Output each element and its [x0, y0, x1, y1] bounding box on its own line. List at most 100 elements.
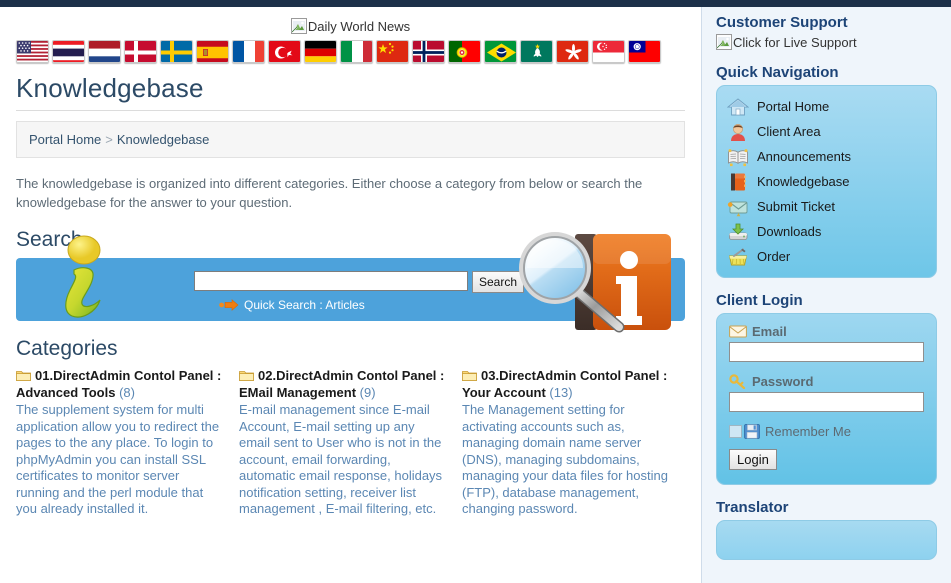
- login-button[interactable]: Login: [729, 449, 777, 470]
- knowledgebase-search-icon: [513, 228, 683, 336]
- category-description: The Management setting for activating ac…: [462, 402, 668, 516]
- password-label-text: Password: [752, 374, 814, 389]
- flag-turkey[interactable]: [268, 40, 301, 63]
- category-title-row: 01.DirectAdmin Contol Panel : Advanced T…: [16, 367, 225, 401]
- broken-image-icon: [290, 18, 307, 34]
- top-strip: [0, 0, 951, 7]
- flag-denmark[interactable]: [124, 40, 157, 63]
- category-count: (9): [359, 385, 376, 400]
- broken-image-icon: [716, 34, 732, 50]
- live-support-label: Click for Live Support: [733, 35, 857, 50]
- nav-item-label: Knowledgebase: [757, 174, 850, 189]
- client-login-heading: Client Login: [716, 292, 803, 309]
- customer-support-heading: Customer Support: [716, 14, 848, 31]
- book-icon: [727, 172, 749, 192]
- category-list: 01.DirectAdmin Contol Panel : Advanced T…: [16, 367, 685, 518]
- news-text: Daily World News: [307, 19, 411, 34]
- flag-singapore[interactable]: [592, 40, 625, 63]
- nav-item-label: Client Area: [757, 124, 821, 139]
- newspaper-icon: [727, 147, 749, 167]
- flag-norway[interactable]: [412, 40, 445, 63]
- flag-portugal[interactable]: [448, 40, 481, 63]
- nav-item-knowledgebase[interactable]: Knowledgebase: [727, 169, 926, 194]
- email-label: Email: [729, 324, 924, 339]
- flag-germany[interactable]: [304, 40, 337, 63]
- email-input[interactable]: [729, 342, 924, 362]
- category-item[interactable]: 03.DirectAdmin Contol Panel : Your Accou…: [462, 367, 685, 518]
- daily-world-news-label: Daily World News: [16, 18, 685, 36]
- flag-china[interactable]: [376, 40, 409, 63]
- flag-sweden[interactable]: [160, 40, 193, 63]
- arrow-right-icon: [219, 299, 239, 311]
- flag-list: [16, 40, 685, 63]
- category-title[interactable]: 02.DirectAdmin Contol Panel : EMail Mana…: [239, 368, 444, 400]
- flag-italy[interactable]: [340, 40, 373, 63]
- quick-search-link[interactable]: Quick Search : Articles: [219, 298, 365, 312]
- flag-usa[interactable]: [16, 40, 49, 63]
- category-count: (13): [549, 385, 573, 400]
- remember-me-label: Remember Me: [765, 424, 851, 439]
- quick-navigation-panel: Portal Home Client Area Announcements Kn…: [716, 85, 937, 278]
- password-label: Password: [729, 374, 924, 390]
- download-drive-icon: [727, 222, 749, 242]
- sidebar: Customer Support Click for Live Support …: [701, 0, 951, 583]
- flag-netherlands[interactable]: [88, 40, 121, 63]
- main-content: Daily World News Knowledgebase Portal Ho…: [0, 0, 701, 583]
- nav-item-label: Portal Home: [757, 99, 830, 114]
- category-description: The supplement system for multi applicat…: [16, 402, 220, 516]
- category-item[interactable]: 01.DirectAdmin Contol Panel : Advanced T…: [16, 367, 239, 518]
- search-banner: Search Quick Search : Articles: [16, 232, 685, 333]
- language-flag-bar: Daily World News: [16, 0, 685, 63]
- flag-thailand[interactable]: [52, 40, 85, 63]
- nav-item-label: Downloads: [757, 224, 822, 239]
- folder-icon: [462, 368, 477, 381]
- breadcrumb-current: Knowledgebase: [116, 132, 210, 147]
- folder-icon: [16, 368, 31, 381]
- category-title-row: 02.DirectAdmin Contol Panel : EMail Mana…: [239, 367, 448, 401]
- category-count: (8): [119, 385, 135, 400]
- client-login-panel: Email Password Remember Me Login: [716, 313, 937, 485]
- user-icon: [727, 122, 749, 142]
- flag-france[interactable]: [232, 40, 265, 63]
- breadcrumb-separator: >: [105, 132, 113, 147]
- quick-search-label: Quick Search : Articles: [244, 298, 365, 312]
- translator-heading: Translator: [716, 499, 789, 516]
- envelope-icon: [727, 197, 749, 217]
- flag-hongkong[interactable]: [556, 40, 589, 63]
- nav-item-label: Announcements: [757, 149, 851, 164]
- quick-navigation-heading: Quick Navigation: [716, 64, 839, 81]
- flag-brazil[interactable]: [484, 40, 517, 63]
- intro-paragraph: The knowledgebase is organized into diff…: [16, 176, 643, 210]
- search-input[interactable]: [194, 271, 468, 291]
- key-icon: [729, 374, 747, 390]
- live-support-link[interactable]: Click for Live Support: [716, 34, 937, 50]
- flag-taiwan[interactable]: [628, 40, 661, 63]
- shopping-basket-icon: [727, 247, 749, 267]
- password-input[interactable]: [729, 392, 924, 412]
- nav-item-label: Submit Ticket: [757, 199, 836, 214]
- remember-me-row[interactable]: Remember Me: [729, 424, 924, 439]
- translator-panel[interactable]: [716, 520, 937, 560]
- info-i-icon: [38, 228, 124, 324]
- flag-macau[interactable]: [520, 40, 553, 63]
- page-title: Knowledgebase: [16, 73, 685, 111]
- email-label-text: Email: [752, 324, 787, 339]
- nav-item-downloads[interactable]: Downloads: [727, 219, 926, 244]
- breadcrumb-portal-home[interactable]: Portal Home: [29, 132, 101, 147]
- nav-item-portal-home[interactable]: Portal Home: [726, 94, 926, 119]
- nav-item-order[interactable]: Order: [727, 244, 926, 269]
- nav-item-client-area[interactable]: Client Area: [727, 119, 926, 144]
- nav-item-label: Order: [757, 249, 791, 264]
- search-row: Search: [194, 271, 525, 293]
- breadcrumb: Portal Home > Knowledgebase: [16, 121, 685, 158]
- floppy-disk-icon: [744, 424, 760, 439]
- nav-item-announcements[interactable]: Announcements: [727, 144, 926, 169]
- remember-me-checkbox[interactable]: [729, 425, 742, 438]
- page-root: Daily World News Knowledgebase Portal Ho…: [0, 0, 951, 583]
- categories-heading: Categories: [16, 337, 118, 360]
- flag-spain[interactable]: [196, 40, 229, 63]
- envelope-icon: [729, 324, 747, 339]
- category-description: E-mail management since E-mail Account, …: [239, 402, 443, 516]
- nav-item-submit-ticket[interactable]: Submit Ticket: [727, 194, 926, 219]
- category-item[interactable]: 02.DirectAdmin Contol Panel : EMail Mana…: [239, 367, 462, 518]
